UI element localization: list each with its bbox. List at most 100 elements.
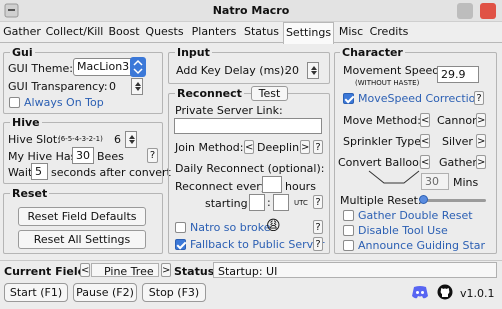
natro-broke-checkbox[interactable] [175, 222, 186, 233]
hours-label: hours [285, 180, 316, 193]
title-bar: Natro Macro [0, 0, 502, 22]
private-server-input[interactable] [174, 118, 322, 134]
natro-broke-help-button[interactable]: ? [313, 220, 323, 234]
reconnect-every-label: Reconnect every [175, 180, 268, 193]
field-prev-button[interactable]: < [80, 263, 90, 277]
tab-credits[interactable]: Credits [368, 24, 410, 42]
tab-gather[interactable]: Gather [2, 24, 42, 42]
tab-settings[interactable]: Settings [283, 22, 334, 44]
hive-help-button[interactable]: ? [147, 148, 158, 163]
daily-reconnect-label: Daily Reconnect (optional): [175, 162, 325, 175]
wait-suffix-label: seconds after convert [51, 166, 171, 179]
reconnect-group-title: Reconnect [175, 87, 244, 100]
movement-speed-input[interactable]: 29.9 [437, 66, 479, 83]
reconnect-test-button[interactable]: Test [251, 86, 288, 101]
without-haste-note: (WITHOUT HASTE) [355, 79, 420, 87]
gui-transparency-label: GUI Transparency: [8, 80, 108, 93]
always-on-top-checkbox[interactable] [9, 97, 20, 108]
field-next-button[interactable]: > [161, 263, 171, 277]
join-method-prev-button[interactable]: < [244, 140, 254, 154]
hive-bees-label: Bees [97, 150, 124, 163]
gui-theme-label: GUI Theme: [8, 62, 73, 75]
movespeed-correction-checkbox[interactable] [343, 93, 354, 104]
tab-boost[interactable]: Boost [107, 24, 141, 42]
key-delay-spinner[interactable] [307, 62, 319, 79]
announce-guiding-star-checkbox[interactable] [343, 240, 354, 251]
fallback-public-checkbox[interactable] [175, 239, 186, 250]
key-delay-value[interactable]: 20 [285, 64, 299, 77]
utc-label: UTC [294, 199, 308, 207]
status-divider [0, 260, 502, 261]
gui-transparency-value[interactable]: 0 [109, 80, 116, 93]
join-method-next-button[interactable]: > [300, 140, 310, 154]
hive-slot-spinner[interactable] [125, 131, 137, 148]
join-method-value: Deeplink [257, 141, 306, 154]
tired-face-icon: 😩 [266, 218, 281, 234]
tab-misc[interactable]: Misc [336, 24, 366, 42]
tab-quests[interactable]: Quests [143, 24, 186, 42]
hive-slot-label: Hive Slot: [8, 133, 61, 146]
gui-group-title: Gui [10, 46, 35, 59]
start-minute-input[interactable] [273, 194, 289, 211]
github-icon[interactable] [437, 284, 453, 300]
gui-theme-dropdown-icon[interactable] [130, 57, 146, 77]
convert-balloon-connector [368, 170, 420, 184]
stop-button[interactable]: Stop (F3) [142, 283, 206, 302]
character-group-title: Character [340, 46, 405, 59]
tab-bar: Gather Collect/Kill Boost Quests Planter… [0, 22, 502, 44]
pause-button[interactable]: Pause (F2) [73, 283, 137, 302]
convert-prev-button[interactable]: < [420, 155, 430, 169]
hive-slot-value[interactable]: 6 [114, 133, 121, 146]
reconnect-hours-input[interactable] [262, 176, 282, 193]
convert-next-button[interactable]: > [476, 155, 486, 169]
window-title: Natro Macro [212, 4, 290, 17]
hive-bees-input[interactable]: 30 [72, 147, 94, 164]
gui-transparency-spinner[interactable] [131, 78, 143, 95]
discord-icon[interactable] [411, 285, 429, 300]
move-method-label: Move Method: [343, 114, 421, 127]
start-hour-input[interactable] [249, 194, 265, 211]
tab-collect-kill[interactable]: Collect/Kill [44, 24, 105, 42]
multiple-reset-slider[interactable] [421, 199, 486, 202]
hive-slot-hint: (6-5-4-3-2-1) [58, 135, 103, 143]
join-method-help-button[interactable]: ? [313, 140, 323, 154]
fallback-public-label: Fallback to Public Server [190, 238, 325, 251]
time-separator: : [267, 196, 271, 209]
movement-speed-label: Movement Speed: [343, 64, 443, 77]
reset-group-title: Reset [10, 187, 50, 200]
start-button[interactable]: Start (F1) [4, 283, 68, 302]
reset-field-defaults-button[interactable]: Reset Field Defaults [18, 207, 146, 226]
move-method-next-button[interactable]: > [476, 113, 486, 127]
close-button[interactable] [480, 3, 496, 19]
sprinkler-type-value: Silver [442, 135, 473, 148]
gather-double-reset-checkbox[interactable] [343, 210, 354, 221]
status-label: Status: [174, 265, 219, 278]
announce-guiding-star-label: Announce Guiding Star [358, 239, 486, 252]
sprinkler-prev-button[interactable]: < [420, 134, 430, 148]
convert-minutes-input[interactable]: 30 [421, 173, 449, 190]
private-server-label: Private Server Link: [175, 104, 283, 117]
status-value: Startup: UI [218, 265, 278, 278]
movespeed-help-button[interactable]: ? [474, 91, 484, 105]
movespeed-correction-label: MoveSpeed Correction [358, 92, 483, 105]
minimize-button[interactable] [457, 3, 473, 19]
sprinkler-type-label: Sprinkler Type: [343, 135, 425, 148]
multiple-reset-label: Multiple Reset: [340, 194, 422, 207]
convert-balloon-label: Convert Balloon: [338, 156, 430, 169]
sprinkler-next-button[interactable]: > [476, 134, 486, 148]
gui-theme-select[interactable]: MacLion3 [73, 58, 134, 76]
current-field-label: Current Field: [4, 265, 90, 278]
wait-seconds-input[interactable]: 5 [31, 163, 48, 180]
natro-broke-label: Natro so broke [190, 221, 271, 234]
daily-reconnect-help-button[interactable]: ? [313, 195, 323, 209]
always-on-top-label: Always On Top [24, 96, 104, 109]
reset-all-settings-button[interactable]: Reset All Settings [18, 230, 146, 249]
input-group-title: Input [175, 46, 212, 59]
disable-tool-use-checkbox[interactable] [343, 225, 354, 236]
tab-planters[interactable]: Planters [188, 24, 240, 42]
multiple-reset-slider-handle[interactable] [419, 195, 428, 204]
move-method-prev-button[interactable]: < [420, 113, 430, 127]
tab-status[interactable]: Status [242, 24, 281, 42]
fallback-help-button[interactable]: ? [313, 237, 323, 251]
current-field-value: Pine Tree [104, 265, 154, 278]
